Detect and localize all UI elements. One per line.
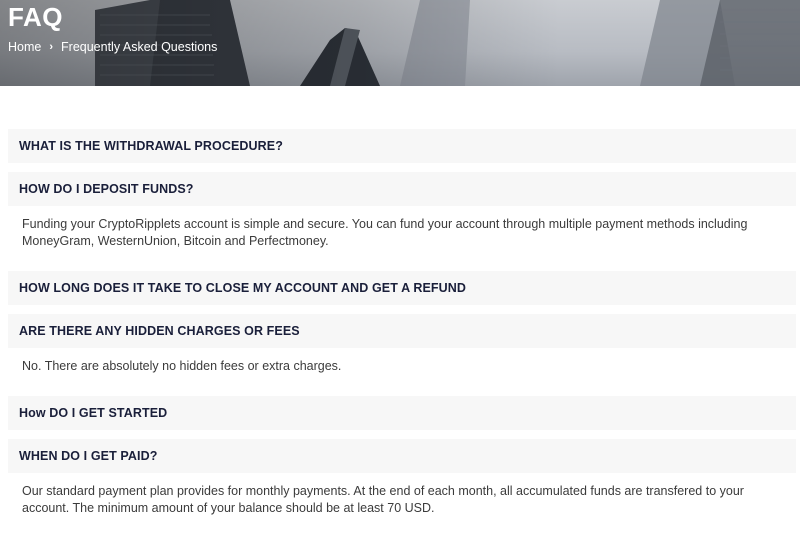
faq-answer-deposit: Funding your CryptoRipplets account is s…	[22, 217, 748, 248]
faq-item-hidden-fees: ARE THERE ANY HIDDEN CHARGES OR FEES No.…	[8, 314, 796, 387]
faq-item-get-started: How DO I GET STARTED	[8, 396, 796, 430]
breadcrumb-home-link[interactable]: Home	[8, 40, 41, 54]
faq-item-close-account: HOW LONG DOES IT TAKE TO CLOSE MY ACCOUN…	[8, 271, 796, 305]
faq-question-get-started[interactable]: How DO I GET STARTED	[8, 396, 796, 430]
faq-accordion: WHAT IS THE WITHDRAWAL PROCEDURE? HOW DO…	[8, 129, 796, 538]
breadcrumb: Home › Frequently Asked Questions	[8, 40, 217, 54]
faq-item-deposit: HOW DO I DEPOSIT FUNDS? Funding your Cry…	[8, 172, 796, 262]
faq-question-hidden-fees[interactable]: ARE THERE ANY HIDDEN CHARGES OR FEES	[8, 314, 796, 348]
faq-question-get-paid[interactable]: WHEN DO I GET PAID?	[8, 439, 796, 473]
page-header-banner: FAQ Home › Frequently Asked Questions	[0, 0, 800, 86]
chevron-right-icon: ›	[49, 41, 54, 53]
faq-answer-get-paid: Our standard payment plan provides for m…	[22, 484, 744, 515]
faq-question-deposit[interactable]: HOW DO I DEPOSIT FUNDS?	[8, 172, 796, 206]
breadcrumb-current: Frequently Asked Questions	[61, 40, 218, 54]
faq-answer-hidden-fees: No. There are absolutely no hidden fees …	[22, 359, 342, 373]
page-title: FAQ	[8, 2, 63, 32]
faq-item-withdrawal: WHAT IS THE WITHDRAWAL PROCEDURE?	[8, 129, 796, 163]
faq-item-get-paid: WHEN DO I GET PAID? Our standard payment…	[8, 439, 796, 529]
faq-question-close-account[interactable]: HOW LONG DOES IT TAKE TO CLOSE MY ACCOUN…	[8, 271, 796, 305]
faq-question-withdrawal[interactable]: WHAT IS THE WITHDRAWAL PROCEDURE?	[8, 129, 796, 163]
